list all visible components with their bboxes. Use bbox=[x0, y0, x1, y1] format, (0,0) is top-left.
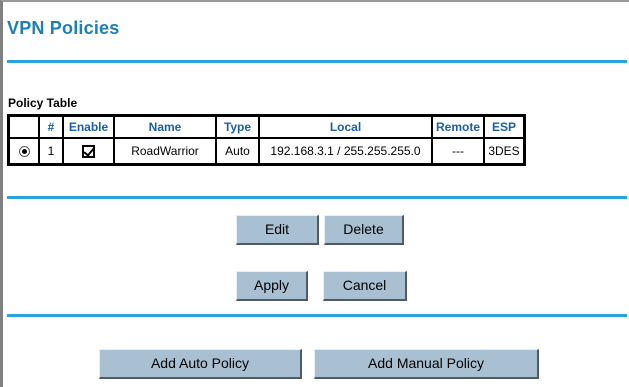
row-select-radio[interactable] bbox=[18, 146, 30, 158]
column-header-local: Local bbox=[259, 116, 432, 138]
column-header-enable: Enable bbox=[63, 116, 114, 138]
cancel-button[interactable]: Cancel bbox=[323, 271, 407, 301]
column-header-select bbox=[9, 116, 39, 138]
policy-table: # Enable Name Type Local Remote ESP 1 Ro… bbox=[7, 114, 527, 166]
divider-bottom bbox=[7, 314, 627, 317]
edit-button[interactable]: Edit bbox=[236, 215, 319, 245]
apply-button[interactable]: Apply bbox=[236, 271, 308, 301]
row-type: Auto bbox=[216, 138, 259, 164]
row-local: 192.168.3.1 / 255.255.255.0 bbox=[259, 138, 432, 164]
column-header-type: Type bbox=[216, 116, 259, 138]
add-auto-policy-button[interactable]: Add Auto Policy bbox=[99, 349, 302, 379]
row-enable-checkbox[interactable] bbox=[82, 145, 95, 159]
page-frame bbox=[0, 0, 629, 387]
column-header-name: Name bbox=[114, 116, 216, 138]
row-select-cell bbox=[9, 138, 39, 164]
table-header-row: # Enable Name Type Local Remote ESP bbox=[9, 116, 525, 138]
row-name: RoadWarrior bbox=[114, 138, 216, 164]
row-number: 1 bbox=[39, 138, 63, 164]
divider-top bbox=[7, 60, 627, 63]
table-row: 1 RoadWarrior Auto 192.168.3.1 / 255.255… bbox=[9, 138, 525, 164]
column-header-remote: Remote bbox=[432, 116, 485, 138]
row-esp: 3DES bbox=[484, 138, 525, 164]
page-title: VPN Policies bbox=[7, 18, 120, 38]
section-label: Policy Table bbox=[8, 96, 78, 110]
delete-button[interactable]: Delete bbox=[324, 215, 404, 245]
add-manual-policy-button[interactable]: Add Manual Policy bbox=[314, 349, 539, 379]
row-enable-cell bbox=[63, 138, 114, 164]
column-header-number: # bbox=[39, 116, 63, 138]
divider-middle bbox=[7, 196, 627, 199]
column-header-esp: ESP bbox=[484, 116, 525, 138]
row-remote: --- bbox=[432, 138, 485, 164]
